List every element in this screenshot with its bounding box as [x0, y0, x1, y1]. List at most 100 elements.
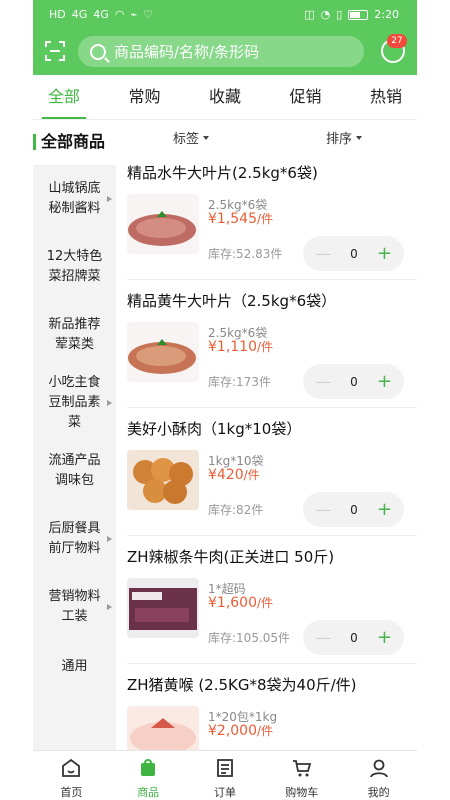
- tab-bestsellers[interactable]: 热销: [370, 75, 402, 119]
- plus-icon[interactable]: +: [377, 500, 392, 519]
- price-value: ¥1,545: [208, 211, 257, 227]
- status-right: ◫ ◔ ▯ 2:20: [304, 8, 399, 21]
- sidebar-item-signature[interactable]: 12大特色 菜招牌菜: [33, 233, 116, 301]
- sidebar-item-hotpot[interactable]: 山城锅底 秘制酱料: [33, 165, 116, 233]
- price-unit: /件: [257, 340, 274, 354]
- signal-4g-icon: 4G: [93, 8, 109, 21]
- vibration-icon: ▯: [336, 8, 343, 21]
- price-unit: /件: [257, 596, 274, 610]
- chevron-down-icon: [203, 135, 210, 140]
- hd-icon: HD: [49, 8, 66, 21]
- quantity-value: 0: [350, 374, 358, 389]
- plus-icon[interactable]: +: [377, 372, 392, 391]
- nav-home[interactable]: 首页: [41, 751, 101, 800]
- top-header: 商品编码/名称/条形码 27: [33, 30, 417, 75]
- quantity-stepper[interactable]: — 0 +: [303, 620, 404, 655]
- tag-filter[interactable]: 标签: [173, 128, 210, 147]
- battery-saver-icon: ⌁: [130, 8, 138, 21]
- nav-orders[interactable]: 订单: [195, 751, 255, 800]
- product-price: ¥420/件: [208, 466, 260, 483]
- quantity-stepper[interactable]: — 0 +: [303, 236, 404, 271]
- product-price: ¥1,110/件: [208, 338, 273, 355]
- product-image: [127, 578, 199, 638]
- sort-filter-label: 排序: [326, 132, 353, 147]
- product-name: ZH猪黄喉 (2.5KG*8袋为40斤/件): [127, 676, 357, 694]
- product-price: ¥2,000/件: [208, 722, 273, 739]
- quantity-value: 0: [350, 630, 358, 645]
- product-name: ZH辣椒条牛肉(正关进口 50斤): [127, 548, 335, 566]
- tab-all[interactable]: 全部: [41, 75, 87, 119]
- alarm-icon: ◔: [320, 8, 331, 21]
- sidebar-item-general[interactable]: 通用: [33, 641, 116, 693]
- quantity-stepper[interactable]: — 0 +: [303, 364, 404, 399]
- category-sidebar: 山城锅底 秘制酱料 12大特色 菜招牌菜 新品推荐 荤菜类 小吃主食 豆制品素菜 流通产…: [33, 165, 116, 750]
- sort-filter[interactable]: 排序: [326, 128, 363, 147]
- home-icon: [62, 758, 81, 777]
- product-stock: 库存:52.83件: [208, 247, 283, 261]
- minus-icon[interactable]: —: [315, 628, 331, 647]
- price-value: ¥2,000: [208, 723, 257, 739]
- user-icon: [369, 759, 388, 778]
- wifi-icon: ◠: [114, 8, 125, 21]
- heart-icon: ♡: [143, 8, 153, 21]
- status-bar: HD 4G 4G ◠ ⌁ ♡ ◫ ◔ ▯ 2:20: [33, 0, 417, 30]
- price-value: ¥420: [208, 467, 244, 483]
- chevron-down-icon: [356, 135, 363, 140]
- sidebar-item-seasoning[interactable]: 流通产品 调味包: [33, 437, 116, 505]
- cart-icon: [292, 760, 311, 777]
- product-card[interactable]: ZH辣椒条牛肉(正关进口 50斤) 1*超码 ¥1,600/件 库存:105.0…: [127, 536, 417, 664]
- plus-icon[interactable]: +: [377, 628, 392, 647]
- sidebar-item-tableware[interactable]: 后厨餐具 前厅物料: [33, 505, 116, 573]
- tab-promotions[interactable]: 促销: [289, 75, 321, 119]
- bottom-navigation: 首页 商品 订单 购物车 我的: [33, 750, 417, 800]
- product-price: ¥1,545/件: [208, 210, 273, 227]
- nav-products-label: 商品: [137, 786, 160, 799]
- sidebar-item-marketing[interactable]: 营销物料 工装: [33, 573, 116, 641]
- price-unit: /件: [257, 724, 274, 738]
- product-list: 精品水牛大叶片(2.5kg*6袋) 2.5kg*6袋 ¥1,545/件 库存:5…: [127, 152, 417, 750]
- plus-icon[interactable]: +: [377, 244, 392, 263]
- minus-icon[interactable]: —: [315, 244, 331, 263]
- search-bar[interactable]: 商品编码/名称/条形码: [78, 36, 364, 67]
- sidebar-item-snacks[interactable]: 小吃主食 豆制品素菜: [33, 369, 116, 437]
- quantity-stepper[interactable]: — 0 +: [303, 492, 404, 527]
- tab-frequent[interactable]: 常购: [128, 75, 160, 119]
- minus-icon[interactable]: —: [315, 372, 331, 391]
- message-count-badge: 27: [387, 34, 407, 48]
- app-frame: HD 4G 4G ◠ ⌁ ♡ ◫ ◔ ▯ 2:20 商品编码/名称/条形码 27…: [33, 0, 417, 800]
- nav-products[interactable]: 商品: [118, 751, 178, 800]
- sidebar-item-new[interactable]: 新品推荐 荤菜类: [33, 301, 116, 369]
- nav-cart-label: 购物车: [285, 786, 319, 799]
- nav-profile-label: 我的: [367, 786, 390, 799]
- product-card[interactable]: 美好小酥肉（1kg*10袋） 1kg*10袋 ¥420/件 库存:82件 — 0…: [127, 408, 417, 536]
- quantity-value: 0: [350, 246, 358, 261]
- search-placeholder: 商品编码/名称/条形码: [114, 43, 260, 61]
- product-card[interactable]: 精品黄牛大叶片（2.5kg*6袋） 2.5kg*6袋 ¥1,110/件 库存:1…: [127, 280, 417, 408]
- product-card[interactable]: 精品水牛大叶片(2.5kg*6袋) 2.5kg*6袋 ¥1,545/件 库存:5…: [127, 152, 417, 280]
- product-name: 精品黄牛大叶片（2.5kg*6袋）: [127, 292, 337, 310]
- price-unit: /件: [243, 468, 260, 482]
- shopping-bag-icon: [141, 759, 156, 776]
- orders-icon: [217, 759, 233, 777]
- nav-cart[interactable]: 购物车: [272, 751, 332, 800]
- category-tabs: 全部 常购 收藏 促销 热销: [33, 75, 417, 120]
- price-value: ¥1,600: [208, 595, 257, 611]
- filter-bar: 标签 排序: [133, 125, 417, 151]
- product-name: 美好小酥肉（1kg*10袋）: [127, 420, 302, 438]
- product-stock: 库存:82件: [208, 503, 264, 517]
- product-stock: 库存:173件: [208, 375, 271, 389]
- nav-home-label: 首页: [60, 786, 83, 799]
- quantity-value: 0: [350, 502, 358, 517]
- scan-icon[interactable]: [44, 40, 66, 62]
- product-image: [127, 706, 199, 750]
- product-stock: 库存:105.05件: [208, 631, 291, 645]
- tab-favorites[interactable]: 收藏: [209, 75, 241, 119]
- product-card[interactable]: ZH猪黄喉 (2.5KG*8袋为40斤/件) 1*20包*1kg ¥2,000/…: [127, 664, 417, 750]
- signal-4g-icon: 4G: [71, 8, 88, 21]
- price-unit: /件: [257, 212, 274, 226]
- minus-icon[interactable]: —: [315, 500, 331, 519]
- product-name: 精品水牛大叶片(2.5kg*6袋): [127, 164, 318, 182]
- tag-filter-label: 标签: [173, 132, 200, 147]
- nav-orders-label: 订单: [213, 786, 236, 799]
- nav-profile[interactable]: 我的: [349, 751, 409, 800]
